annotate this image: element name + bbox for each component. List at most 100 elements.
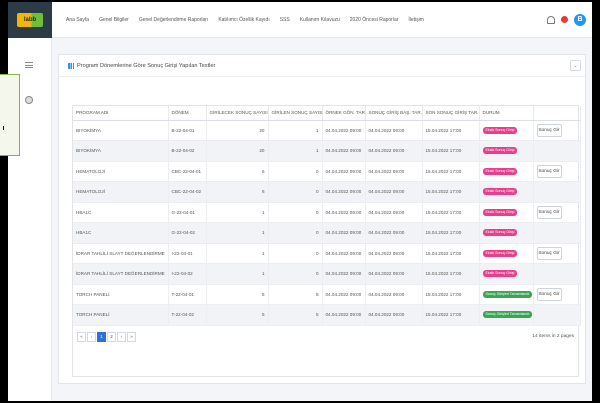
main-nav: Ana Sayfa Genel Bilgiler Genel Değerlendir…	[66, 17, 424, 23]
table-row: HBA1C G-22-04-01 1 0 04.04.2022 09:00 04.04.2…	[73, 202, 581, 223]
bar-chart-icon	[68, 62, 74, 69]
status-badge: Eksik Sonuç Girişi	[482, 188, 518, 196]
hamburger-menu-icon[interactable]	[25, 62, 33, 68]
status-badge: Eksik Sonuç Girişi	[482, 208, 518, 216]
page-1-button[interactable]: 1	[97, 331, 106, 342]
table-cell: 1	[268, 140, 323, 162]
table-cell: 6	[206, 181, 269, 203]
column-header: SONUÇ GİRİŞ BAŞ. TAR.	[365, 106, 423, 121]
next-page-button[interactable]: ›	[117, 331, 126, 342]
nav-item[interactable]: 2020 Öncesi Raporlar	[350, 17, 399, 23]
table-cell: 1	[268, 120, 323, 141]
last-page-button[interactable]: »	[127, 331, 136, 342]
table-cell: BIYOKİMYA	[73, 140, 169, 162]
table-row: BIYOKİMYA B-22-04-01 20 1 04.04.2022 09:00 04…	[73, 120, 581, 141]
table-row: HEMATOLOJİ CBC-22-04-02 6 0 04.04.2022 09:00…	[73, 181, 581, 203]
notification-dot-icon[interactable]	[561, 16, 568, 23]
action-cell	[533, 263, 581, 285]
table-cell: 04.04.2022 09:00	[365, 243, 423, 264]
table-cell: 1	[206, 263, 269, 285]
table-cell: 04.04.2022 09:00	[365, 284, 423, 305]
table-cell: 04.04.2022 09:00	[322, 181, 366, 203]
table-cell: 15.04.2022 17:00	[422, 181, 480, 203]
table-cell: 0	[268, 263, 323, 285]
action-cell	[533, 304, 581, 326]
collapse-button[interactable]: ⌄	[570, 60, 581, 71]
action-cell	[533, 222, 581, 244]
table-cell: 04.04.2022 09:00	[322, 243, 366, 264]
bell-icon[interactable]	[547, 15, 555, 24]
table-cell: 20	[206, 140, 269, 162]
nav-item[interactable]: İletişim	[408, 17, 424, 23]
table-cell: 5	[206, 284, 269, 305]
logo[interactable]: labb	[8, 1, 52, 38]
table-cell: 0	[268, 222, 323, 244]
table-cell: 04.04.2022 09:00	[365, 140, 423, 162]
table-cell: 04.04.2022 09:00	[322, 304, 366, 326]
table-cell: 0	[268, 181, 323, 203]
table-cell: 6	[206, 161, 269, 182]
enter-result-button[interactable]: Sonuç Gir	[536, 205, 562, 219]
table-cell: 04.04.2022 09:00	[365, 120, 423, 141]
results-card: Program Dönemlerine Göre Sonuç Girişi Ya…	[58, 54, 586, 384]
table-cell: 5	[206, 304, 269, 326]
column-header: DURUM	[479, 106, 534, 121]
nav-item[interactable]: Katılımcı Özellik Kayıdı	[218, 17, 269, 23]
table-cell: G-22-04-02	[168, 222, 207, 244]
status-cell: Eksik Sonuç Girişi	[479, 161, 534, 182]
status-badge: Sonuç Girişleri Tamamlandı	[482, 311, 532, 319]
results-table: PROGRAM ADI DÖNEM GİRİLECEK SONUÇ SAYISI Gİ…	[73, 106, 581, 326]
table-cell: 04.04.2022 09:00	[322, 161, 366, 182]
nav-item[interactable]: SSS	[280, 17, 290, 23]
table-cell: 15.04.2022 17:00	[422, 243, 480, 264]
table-cell: G-22-04-01	[168, 202, 207, 223]
table-cell: B-22-04-01	[168, 120, 207, 141]
table-cell: 15.04.2022 17:00	[422, 140, 480, 162]
status-cell: Eksik Sonuç Girişi	[479, 263, 534, 285]
table-cell: 5	[268, 284, 323, 305]
avatar[interactable]: B	[574, 13, 586, 26]
table-cell: 04.04.2022 09:00	[365, 202, 423, 223]
column-header: GİRİLEN SONUÇ SAYISI	[268, 106, 323, 121]
table-cell: 5	[268, 304, 323, 326]
top-navbar: labb Ana Sayfa Genel Bilgiler Genel Değerl…	[8, 1, 592, 38]
nav-item[interactable]: Genel Değerlendirme Raporları	[139, 17, 208, 23]
table-cell: TORCH PANELİ	[73, 304, 169, 326]
status-cell: Eksik Sonuç Girişi	[479, 243, 534, 264]
table-row: HBA1C G-22-04-02 1 0 04.04.2022 09:00 04.04.2…	[73, 222, 581, 244]
table-cell: CBC-22-04-01	[168, 161, 207, 182]
status-cell: Eksik Sonuç Girişi	[479, 140, 534, 162]
table-cell: 1	[206, 243, 269, 264]
table-cell: İDRAR TAHLİLİ SLAYT DEĞERLENDİRME	[73, 243, 169, 264]
table-cell: 15.04.2022 17:00	[422, 222, 480, 244]
status-badge: Eksik Sonuç Girişi	[482, 249, 518, 257]
column-header: DÖNEM	[168, 106, 207, 121]
status-badge: Eksik Sonuç Girişi	[482, 270, 518, 278]
table-cell: B-22-04-02	[168, 140, 207, 162]
enter-result-button[interactable]: Sonuç Gir	[536, 246, 562, 260]
prev-page-button[interactable]: ‹	[87, 331, 96, 342]
nav-item[interactable]: Ana Sayfa	[66, 17, 89, 23]
table-cell: 04.04.2022 09:00	[365, 181, 423, 203]
table-cell: 04.04.2022 09:00	[365, 263, 423, 285]
page-2-button[interactable]: 2	[107, 331, 116, 342]
table-cell: I-22-04-01	[168, 243, 207, 264]
nav-item[interactable]: Genel Bilgiler	[99, 17, 129, 23]
enter-result-button[interactable]: Sonuç Gir	[536, 164, 562, 178]
table-cell: 15.04.2022 17:00	[422, 161, 480, 182]
card-header: Program Dönemlerine Göre Sonuç Girişi Ya…	[59, 55, 585, 77]
side-panel-tab[interactable]	[0, 74, 20, 156]
nav-item[interactable]: Kullanım Kılavuzu	[300, 17, 340, 23]
column-header: PROGRAM ADI	[73, 106, 169, 121]
table-row: İDRAR TAHLİLİ SLAYT DEĞERLENDİRME I-22-04…	[73, 263, 581, 285]
action-cell: Sonuç Gir	[533, 202, 581, 223]
first-page-button[interactable]: «	[77, 331, 86, 342]
disc-icon[interactable]	[25, 96, 33, 104]
enter-result-button[interactable]: Sonuç Gir	[536, 287, 562, 301]
enter-result-button[interactable]: Sonuç Gir	[536, 123, 562, 137]
table-cell: 15.04.2022 17:00	[422, 202, 480, 223]
action-cell: Sonuç Gir	[533, 161, 581, 182]
status-badge: Eksik Sonuç Girişi	[482, 126, 518, 134]
table-cell: CBC-22-04-02	[168, 181, 207, 203]
table-cell: 04.04.2022 09:00	[365, 161, 423, 182]
